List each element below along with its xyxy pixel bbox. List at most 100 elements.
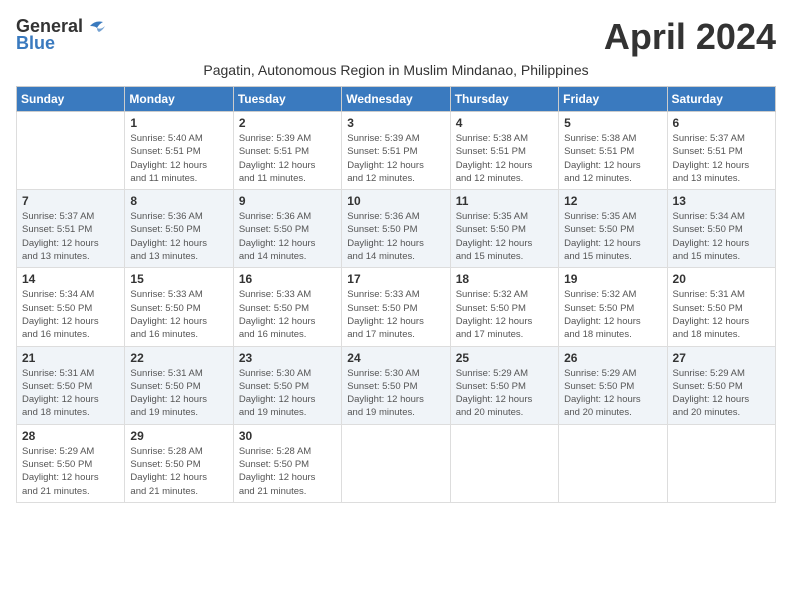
calendar-cell [559,424,667,502]
calendar-cell: 19 Sunrise: 5:32 AMSunset: 5:50 PMDayligh… [559,268,667,346]
calendar-header-row: SundayMondayTuesdayWednesdayThursdayFrid… [17,87,776,112]
calendar-cell: 8 Sunrise: 5:36 AMSunset: 5:50 PMDaylight… [125,190,233,268]
calendar-cell: 21Sunrise: 5:31 AMSunset: 5:50 PMDayligh… [17,346,125,424]
day-info: Sunrise: 5:29 AMSunset: 5:50 PMDaylight:… [564,367,661,420]
day-number: 18 [456,272,553,286]
calendar-cell: 22 Sunrise: 5:31 AMSunset: 5:50 PMDayligh… [125,346,233,424]
calendar-cell: 30 Sunrise: 5:28 AMSunset: 5:50 PMDayligh… [233,424,341,502]
calendar-cell: 23Sunrise: 5:30 AMSunset: 5:50 PMDayligh… [233,346,341,424]
day-info: Sunrise: 5:31 AMSunset: 5:50 PMDaylight:… [130,367,227,420]
calendar-cell: 15 Sunrise: 5:33 AMSunset: 5:50 PMDayligh… [125,268,233,346]
day-number: 29 [130,429,227,443]
day-number: 22 [130,351,227,365]
day-info: Sunrise: 5:37 AMSunset: 5:51 PMDaylight:… [22,210,119,263]
day-info: Sunrise: 5:29 AMSunset: 5:50 PMDaylight:… [22,445,119,498]
day-number: 16 [239,272,336,286]
day-info: Sunrise: 5:34 AMSunset: 5:50 PMDaylight:… [673,210,770,263]
header-saturday: Saturday [667,87,775,112]
day-info: Sunrise: 5:29 AMSunset: 5:50 PMDaylight:… [673,367,770,420]
calendar-body: 1 Sunrise: 5:40 AMSunset: 5:51 PMDaylight… [17,112,776,503]
calendar-cell: 18 Sunrise: 5:32 AMSunset: 5:50 PMDayligh… [450,268,558,346]
day-number: 26 [564,351,661,365]
day-number: 9 [239,194,336,208]
header-tuesday: Tuesday [233,87,341,112]
day-number: 14 [22,272,119,286]
calendar-cell: 28 Sunrise: 5:29 AMSunset: 5:50 PMDayligh… [17,424,125,502]
calendar-cell: 14Sunrise: 5:34 AMSunset: 5:50 PMDayligh… [17,268,125,346]
calendar-cell: 20Sunrise: 5:31 AMSunset: 5:50 PMDayligh… [667,268,775,346]
day-number: 10 [347,194,444,208]
logo-blue-text: Blue [16,33,55,54]
day-info: Sunrise: 5:29 AMSunset: 5:50 PMDaylight:… [456,367,553,420]
calendar-cell: 1 Sunrise: 5:40 AMSunset: 5:51 PMDaylight… [125,112,233,190]
calendar-cell [450,424,558,502]
day-info: Sunrise: 5:40 AMSunset: 5:51 PMDaylight:… [130,132,227,185]
calendar-cell: 29 Sunrise: 5:28 AMSunset: 5:50 PMDayligh… [125,424,233,502]
day-number: 2 [239,116,336,130]
calendar-week-row: 1 Sunrise: 5:40 AMSunset: 5:51 PMDaylight… [17,112,776,190]
calendar-cell: 26 Sunrise: 5:29 AMSunset: 5:50 PMDayligh… [559,346,667,424]
day-number: 13 [673,194,770,208]
day-info: Sunrise: 5:36 AMSunset: 5:50 PMDaylight:… [239,210,336,263]
day-number: 11 [456,194,553,208]
calendar-cell: 2 Sunrise: 5:39 AMSunset: 5:51 PMDaylight… [233,112,341,190]
calendar-week-row: 21Sunrise: 5:31 AMSunset: 5:50 PMDayligh… [17,346,776,424]
day-number: 1 [130,116,227,130]
day-info: Sunrise: 5:39 AMSunset: 5:51 PMDaylight:… [239,132,336,185]
calendar-cell: 5 Sunrise: 5:38 AMSunset: 5:51 PMDaylight… [559,112,667,190]
day-info: Sunrise: 5:28 AMSunset: 5:50 PMDaylight:… [130,445,227,498]
day-info: Sunrise: 5:28 AMSunset: 5:50 PMDaylight:… [239,445,336,498]
day-info: Sunrise: 5:33 AMSunset: 5:50 PMDaylight:… [347,288,444,341]
day-number: 12 [564,194,661,208]
logo: General Blue [16,16,107,54]
day-number: 23 [239,351,336,365]
day-info: Sunrise: 5:33 AMSunset: 5:50 PMDaylight:… [239,288,336,341]
day-info: Sunrise: 5:31 AMSunset: 5:50 PMDaylight:… [22,367,119,420]
header-wednesday: Wednesday [342,87,450,112]
day-info: Sunrise: 5:36 AMSunset: 5:50 PMDaylight:… [130,210,227,263]
day-info: Sunrise: 5:38 AMSunset: 5:51 PMDaylight:… [564,132,661,185]
day-info: Sunrise: 5:32 AMSunset: 5:50 PMDaylight:… [564,288,661,341]
calendar-cell: 6Sunrise: 5:37 AMSunset: 5:51 PMDaylight… [667,112,775,190]
calendar-table: SundayMondayTuesdayWednesdayThursdayFrid… [16,86,776,503]
day-number: 20 [673,272,770,286]
day-number: 8 [130,194,227,208]
day-info: Sunrise: 5:37 AMSunset: 5:51 PMDaylight:… [673,132,770,185]
calendar-cell: 13 Sunrise: 5:34 AMSunset: 5:50 PMDayligh… [667,190,775,268]
day-number: 5 [564,116,661,130]
calendar-week-row: 7 Sunrise: 5:37 AMSunset: 5:51 PMDaylight… [17,190,776,268]
day-info: Sunrise: 5:30 AMSunset: 5:50 PMDaylight:… [347,367,444,420]
calendar-week-row: 28 Sunrise: 5:29 AMSunset: 5:50 PMDayligh… [17,424,776,502]
day-number: 25 [456,351,553,365]
calendar-cell: 12 Sunrise: 5:35 AMSunset: 5:50 PMDayligh… [559,190,667,268]
calendar-cell: 9 Sunrise: 5:36 AMSunset: 5:50 PMDaylight… [233,190,341,268]
calendar-cell: 24 Sunrise: 5:30 AMSunset: 5:50 PMDayligh… [342,346,450,424]
day-number: 28 [22,429,119,443]
day-info: Sunrise: 5:33 AMSunset: 5:50 PMDaylight:… [130,288,227,341]
day-number: 17 [347,272,444,286]
calendar-cell: 25 Sunrise: 5:29 AMSunset: 5:50 PMDayligh… [450,346,558,424]
calendar-cell: 4Sunrise: 5:38 AMSunset: 5:51 PMDaylight… [450,112,558,190]
logo-bird-icon [85,18,107,36]
calendar-cell [667,424,775,502]
calendar-cell: 16 Sunrise: 5:33 AMSunset: 5:50 PMDayligh… [233,268,341,346]
day-number: 24 [347,351,444,365]
calendar-subtitle: Pagatin, Autonomous Region in Muslim Min… [16,62,776,78]
day-number: 15 [130,272,227,286]
calendar-cell [17,112,125,190]
day-info: Sunrise: 5:35 AMSunset: 5:50 PMDaylight:… [564,210,661,263]
day-info: Sunrise: 5:35 AMSunset: 5:50 PMDaylight:… [456,210,553,263]
day-number: 30 [239,429,336,443]
day-info: Sunrise: 5:39 AMSunset: 5:51 PMDaylight:… [347,132,444,185]
day-number: 3 [347,116,444,130]
calendar-cell [342,424,450,502]
calendar-cell: 27 Sunrise: 5:29 AMSunset: 5:50 PMDayligh… [667,346,775,424]
day-number: 27 [673,351,770,365]
day-number: 7 [22,194,119,208]
calendar-cell: 17 Sunrise: 5:33 AMSunset: 5:50 PMDayligh… [342,268,450,346]
day-info: Sunrise: 5:38 AMSunset: 5:51 PMDaylight:… [456,132,553,185]
day-info: Sunrise: 5:32 AMSunset: 5:50 PMDaylight:… [456,288,553,341]
header-monday: Monday [125,87,233,112]
calendar-cell: 10Sunrise: 5:36 AMSunset: 5:50 PMDayligh… [342,190,450,268]
day-number: 19 [564,272,661,286]
